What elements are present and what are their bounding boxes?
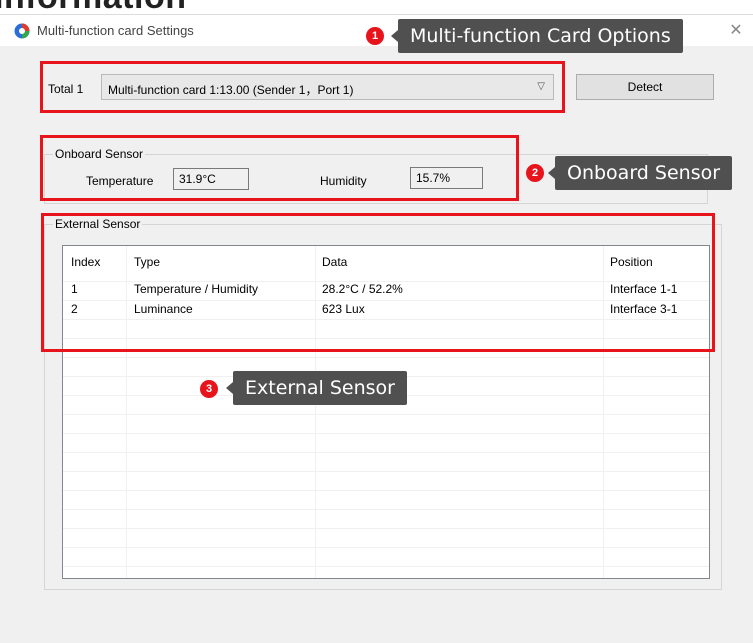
app-logo-icon [14,23,30,39]
detect-button[interactable]: Detect [576,74,714,100]
annotation-badge-3: 3 [200,380,218,398]
annotation-badge-1: 1 [366,27,384,45]
background-heading: Information [0,0,200,14]
annotation-box-external-sensor [41,213,715,352]
close-icon: ✕ [729,22,743,39]
background-heading-text: Information [0,0,186,14]
annotation-callout-2: Onboard Sensor [547,156,733,190]
annotation-box-onboard-sensor [40,135,519,201]
annotation-callout-3: External Sensor [226,371,407,405]
annotation-box-card-options [40,61,565,113]
window-title: Multi-function card Settings [37,23,194,38]
close-button[interactable]: ✕ [719,15,753,46]
annotation-callout-1: Multi-function Card Options [391,19,683,53]
annotation-badge-2: 2 [526,164,544,182]
